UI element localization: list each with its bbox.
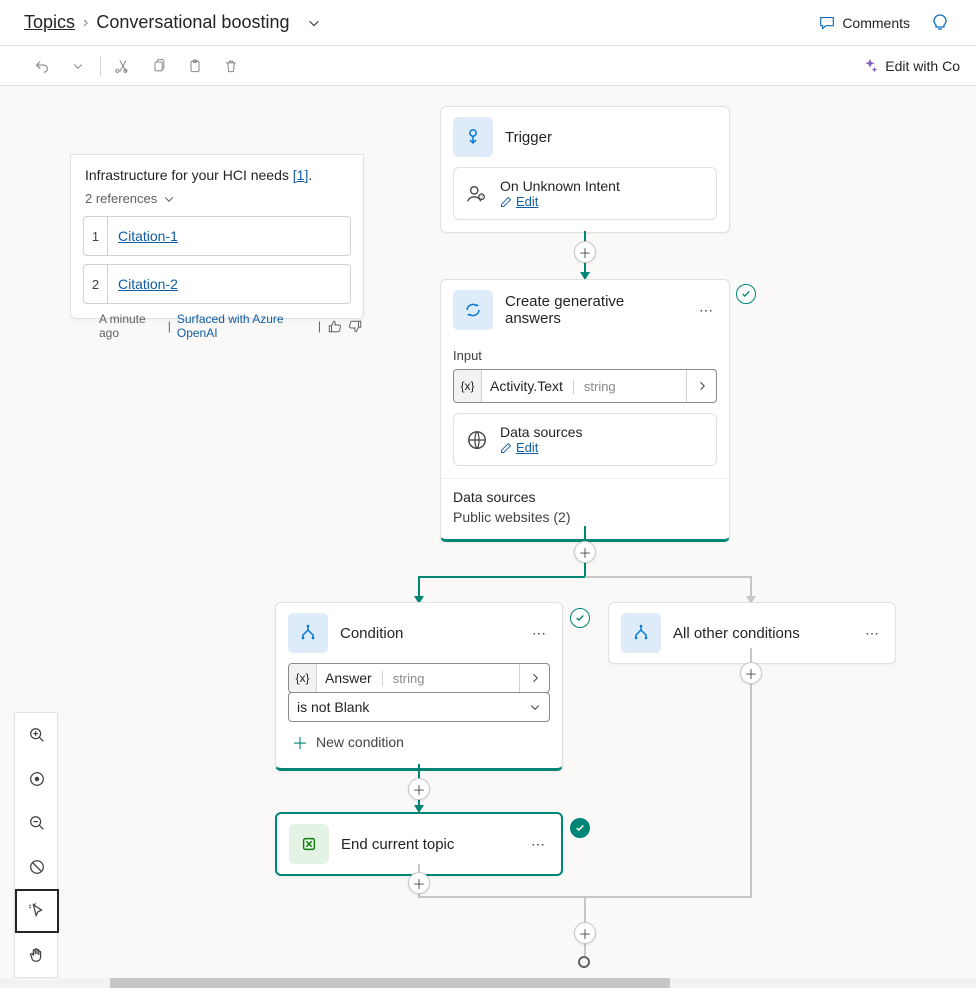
condition-operator-select[interactable]: is not Blank — [288, 692, 550, 722]
delete-button[interactable] — [213, 48, 249, 84]
trigger-node-title: Trigger — [505, 129, 717, 146]
edit-with-copilot-button[interactable]: Edit with Co — [861, 57, 960, 75]
variable-icon: {x} — [289, 664, 317, 692]
breadcrumb: Topics › Conversational boosting — [24, 12, 321, 33]
input-variable-type: string — [573, 379, 616, 394]
all-other-conditions-node[interactable]: All other conditions ⋯ — [608, 602, 896, 664]
generative-node-title: Create generative answers — [505, 293, 683, 327]
references-toggle[interactable]: 2 references — [85, 191, 349, 206]
trigger-edit-link[interactable]: Edit — [500, 194, 620, 209]
plus-icon: ＋ — [292, 730, 308, 754]
condition-variable-type: string — [382, 671, 425, 686]
trigger-event-title: On Unknown Intent — [500, 178, 620, 194]
comments-label: Comments — [842, 15, 910, 31]
input-variable-picker[interactable]: {x} Activity.Text string — [453, 369, 717, 403]
topic-checker-button[interactable] — [924, 9, 956, 37]
reset-zoom-button[interactable] — [15, 845, 59, 889]
node-more-button[interactable]: ⋯ — [695, 298, 717, 323]
citation-item[interactable]: 2 Citation-2 — [83, 264, 351, 304]
zoom-out-button[interactable] — [15, 801, 59, 845]
paste-button[interactable] — [177, 48, 213, 84]
node-status-ok-icon — [570, 608, 590, 628]
zoom-in-button[interactable] — [15, 713, 59, 757]
citation-item[interactable]: 1 Citation-1 — [83, 216, 351, 256]
new-condition-button[interactable]: ＋ New condition — [288, 722, 550, 756]
condition-node[interactable]: Condition ⋯ {x} Answer string is not Bla… — [275, 602, 563, 771]
variable-icon: {x} — [454, 370, 482, 402]
add-node-button[interactable]: ＋ — [574, 541, 596, 563]
end-topic-icon — [289, 824, 329, 864]
comments-button[interactable]: Comments — [812, 10, 916, 36]
citation-number: 1 — [84, 217, 108, 255]
flow-end-cap-icon — [578, 956, 590, 968]
h-scrollbar[interactable] — [0, 978, 976, 988]
thumbs-up-button[interactable] — [327, 319, 342, 334]
condition-variable-name: Answer — [325, 670, 372, 686]
condition-variable-picker[interactable]: {x} Answer string — [288, 663, 550, 693]
generative-answers-node[interactable]: Create generative answers ⋯ Input {x} Ac… — [440, 279, 730, 542]
pan-tool-button[interactable] — [15, 933, 59, 977]
undo-dropdown-button[interactable] — [60, 48, 96, 84]
connector — [750, 648, 752, 896]
node-more-button[interactable]: ⋯ — [528, 621, 550, 646]
h-scrollbar-thumb[interactable] — [110, 978, 670, 988]
citation-number: 2 — [84, 265, 108, 303]
chevron-right-icon[interactable] — [686, 370, 716, 402]
fit-to-screen-button[interactable] — [15, 757, 59, 801]
copy-button[interactable] — [141, 48, 177, 84]
undo-button[interactable] — [24, 48, 60, 84]
node-more-button[interactable]: ⋯ — [527, 832, 549, 857]
thumbs-down-button[interactable] — [348, 319, 363, 334]
trigger-event-card[interactable]: ? On Unknown Intent Edit — [453, 167, 717, 220]
edit-with-copilot-label: Edit with Co — [885, 58, 960, 74]
node-more-button[interactable]: ⋯ — [861, 621, 883, 646]
zoom-toolbar — [14, 712, 58, 978]
add-node-button[interactable]: ＋ — [574, 241, 596, 263]
condition-icon — [288, 613, 328, 653]
answer-surfaced-with: Surfaced with Azure OpenAI — [177, 312, 312, 340]
data-sources-card[interactable]: Data sources Edit — [453, 413, 717, 466]
condition-node-title: Condition — [340, 625, 516, 642]
unknown-intent-icon: ? — [466, 183, 488, 205]
data-sources-edit-link[interactable]: Edit — [500, 440, 582, 455]
connector — [418, 576, 586, 578]
breadcrumb-current: Conversational boosting — [96, 12, 289, 33]
node-status-ok-icon — [570, 818, 590, 838]
references-label: 2 references — [85, 191, 157, 206]
end-topic-title: End current topic — [341, 836, 515, 853]
add-node-button[interactable]: ＋ — [740, 662, 762, 684]
input-variable-name: Activity.Text — [490, 378, 563, 394]
answer-text-fragment: Infrastructure for your HCI needs — [85, 167, 293, 183]
answer-text-end: . — [308, 167, 312, 183]
chevron-down-icon[interactable] — [307, 16, 321, 30]
answer-inline-ref-link[interactable]: [1] — [293, 167, 309, 183]
add-node-button[interactable]: ＋ — [574, 922, 596, 944]
breadcrumb-root-link[interactable]: Topics — [24, 12, 75, 33]
condition-operator-value: is not Blank — [297, 699, 369, 715]
add-node-button[interactable]: ＋ — [408, 778, 430, 800]
ds-foot-value: Public websites (2) — [453, 509, 717, 525]
answer-preview-card: Infrastructure for your HCI needs [1]. 2… — [70, 154, 364, 319]
select-tool-button[interactable] — [15, 889, 59, 933]
citation-link[interactable]: Citation-2 — [108, 276, 178, 292]
input-label: Input — [453, 348, 717, 363]
all-other-conditions-title: All other conditions — [673, 625, 849, 642]
new-condition-label: New condition — [316, 734, 404, 750]
cut-button[interactable] — [105, 48, 141, 84]
toolbar-separator — [100, 56, 101, 76]
ds-foot-label: Data sources — [453, 489, 717, 505]
citation-link[interactable]: Citation-1 — [108, 228, 178, 244]
trigger-icon — [453, 117, 493, 157]
add-node-button[interactable]: ＋ — [408, 872, 430, 894]
generative-icon — [453, 290, 493, 330]
node-status-ok-icon — [736, 284, 756, 304]
chevron-right-icon: › — [83, 14, 88, 32]
condition-icon — [621, 613, 661, 653]
chevron-right-icon[interactable] — [519, 664, 549, 692]
answer-time: A minute ago — [99, 312, 162, 340]
globe-icon — [466, 429, 488, 451]
trigger-node[interactable]: Trigger ? On Unknown Intent Edit — [440, 106, 730, 233]
data-sources-title: Data sources — [500, 424, 582, 440]
connector — [585, 576, 752, 578]
